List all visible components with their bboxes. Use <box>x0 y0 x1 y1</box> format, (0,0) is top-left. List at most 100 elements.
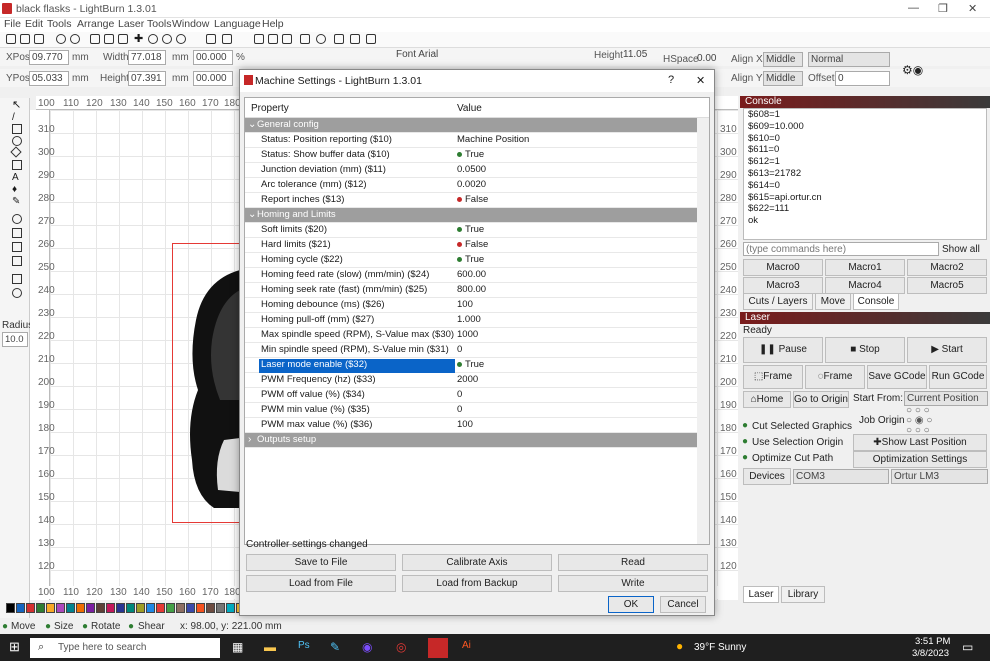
go-to-origin-button[interactable]: Go to Origin <box>793 391 849 408</box>
clock-time[interactable]: 3:51 PM <box>915 636 950 647</box>
ungroup-icon[interactable] <box>350 34 360 44</box>
setting-value[interactable]: 0 <box>457 389 462 400</box>
text-icon[interactable] <box>12 160 22 170</box>
tab-move[interactable]: Move <box>815 293 851 310</box>
status-rotate[interactable]: Rotate <box>91 621 120 632</box>
tabs-icon[interactable] <box>12 214 22 224</box>
chevron-right-icon[interactable]: › <box>248 434 251 445</box>
tab-laser[interactable]: Laser <box>743 586 779 603</box>
color-swatch[interactable] <box>26 603 35 613</box>
setting-value[interactable]: True <box>457 224 484 235</box>
setting-value[interactable]: 100 <box>457 299 473 310</box>
rectangle-icon[interactable] <box>12 124 22 134</box>
setting-value[interactable]: 0 <box>457 344 462 355</box>
macro-1-button[interactable]: Macro1 <box>825 259 905 276</box>
chrome-icon[interactable]: ◎ <box>396 640 406 654</box>
color-swatch[interactable] <box>146 603 155 613</box>
grid-array-icon[interactable] <box>12 274 22 284</box>
tab-library[interactable]: Library <box>781 586 825 603</box>
table-scrollbar[interactable] <box>697 118 709 544</box>
start-from-select[interactable]: Current Position <box>904 391 988 406</box>
group-icon[interactable] <box>334 34 344 44</box>
show-all-checkbox[interactable]: Show all <box>942 244 980 255</box>
menu-help[interactable]: Help <box>262 18 284 30</box>
chevron-down-icon[interactable]: ⌄ <box>248 209 256 220</box>
color-swatch[interactable] <box>36 603 45 613</box>
ok-button[interactable]: OK <box>608 596 654 613</box>
setting-row[interactable]: Min spindle speed (RPM), S-Value min ($3… <box>245 343 709 358</box>
status-shear[interactable]: Shear <box>138 621 165 632</box>
color-swatch[interactable] <box>216 603 225 613</box>
menu-arrange[interactable]: Arrange <box>77 18 114 30</box>
line-icon[interactable]: / <box>12 112 22 123</box>
camera-icon[interactable]: ⚙◉ <box>902 63 923 77</box>
setting-row[interactable]: Homing feed rate (slow) (mm/min) ($24) 60… <box>245 268 709 283</box>
menu-edit[interactable]: Edit <box>25 18 43 30</box>
open-file-icon[interactable] <box>20 34 30 44</box>
section-header[interactable]: ⌄ General config <box>245 118 709 133</box>
menu-window[interactable]: Window <box>172 18 209 30</box>
frame-rect-button[interactable]: ⬚Frame <box>743 365 803 389</box>
save-icon[interactable] <box>34 34 44 44</box>
select-icon[interactable]: ↖ <box>12 98 22 111</box>
macro-4-button[interactable]: Macro4 <box>825 277 905 294</box>
xpos-field[interactable]: 09.770 <box>29 50 69 65</box>
setting-row[interactable]: Status: Position reporting ($10) Machine … <box>245 133 709 148</box>
align-center-icon[interactable] <box>268 34 278 44</box>
position-icon[interactable]: ♦ <box>12 184 22 195</box>
setting-value[interactable]: 0 <box>457 404 462 415</box>
optimize-cut-path-checkbox[interactable]: Optimize Cut Path <box>752 453 833 464</box>
color-swatch[interactable] <box>156 603 165 613</box>
undo-icon[interactable] <box>56 34 66 44</box>
setting-row[interactable]: PWM max value (%) ($36) 100 <box>245 418 709 433</box>
align-x-select[interactable]: Middle <box>763 52 803 67</box>
color-swatch[interactable] <box>96 603 105 613</box>
font-selector[interactable]: Font Arial <box>394 48 584 63</box>
color-swatch[interactable] <box>16 603 25 613</box>
macro-3-button[interactable]: Macro3 <box>743 277 823 294</box>
scale-width-field[interactable]: 00.000 <box>193 50 233 65</box>
color-swatch[interactable] <box>166 603 175 613</box>
setting-value[interactable]: 0.0020 <box>457 179 486 190</box>
read-button[interactable]: Read <box>558 554 708 571</box>
scale-height-field[interactable]: 00.000 <box>193 71 233 86</box>
import-icon[interactable] <box>90 34 100 44</box>
help-icon[interactable]: ? <box>668 74 674 86</box>
setting-row[interactable]: Report inches ($13) False <box>245 193 709 208</box>
dialog-close-icon[interactable]: ✕ <box>696 74 705 87</box>
color-swatch[interactable] <box>6 603 15 613</box>
setting-value[interactable]: True <box>457 254 484 265</box>
settings-icon[interactable] <box>222 34 232 44</box>
setting-value[interactable]: False <box>457 239 488 250</box>
status-move[interactable]: Move <box>11 621 35 632</box>
tab-console[interactable]: Console <box>853 293 899 310</box>
color-swatch[interactable] <box>126 603 135 613</box>
menu-file[interactable]: File <box>4 18 21 30</box>
setting-value[interactable]: 1000 <box>457 329 478 340</box>
color-swatch[interactable] <box>206 603 215 613</box>
font-style-select[interactable]: Normal <box>808 52 890 67</box>
delete-icon[interactable] <box>118 34 128 44</box>
minimize-icon[interactable]: — <box>908 2 919 14</box>
color-swatch[interactable] <box>226 603 235 613</box>
maximize-icon[interactable]: ❐ <box>938 2 948 15</box>
calibrate-axis-button[interactable]: Calibrate Axis <box>402 554 552 571</box>
setting-row[interactable]: Homing pull-off (mm) ($27) 1.000 <box>245 313 709 328</box>
setting-value[interactable]: 600.00 <box>457 269 486 280</box>
color-swatch[interactable] <box>136 603 145 613</box>
polygon-icon[interactable] <box>10 146 22 158</box>
photoshop-icon[interactable]: Ps <box>298 640 310 651</box>
media-icon[interactable]: ◉ <box>362 640 372 654</box>
height-field[interactable]: 07.391 <box>128 71 166 86</box>
font-height-field[interactable]: 11.05 <box>621 48 657 63</box>
ypos-field[interactable]: 05.033 <box>29 71 69 86</box>
setting-row[interactable]: Homing seek rate (fast) (mm/min) ($25) 80… <box>245 283 709 298</box>
menu-tools[interactable]: Tools <box>47 18 72 30</box>
pause-button[interactable]: ❚❚ Pause <box>743 337 823 363</box>
setting-row[interactable]: Homing debounce (ms) ($26) 100 <box>245 298 709 313</box>
setting-value[interactable]: True <box>457 359 484 370</box>
save-to-file-button[interactable]: Save to File <box>246 554 396 571</box>
circular-array-icon[interactable] <box>12 288 22 298</box>
distribute-icon[interactable] <box>300 34 310 44</box>
setting-value[interactable]: False <box>457 194 488 205</box>
